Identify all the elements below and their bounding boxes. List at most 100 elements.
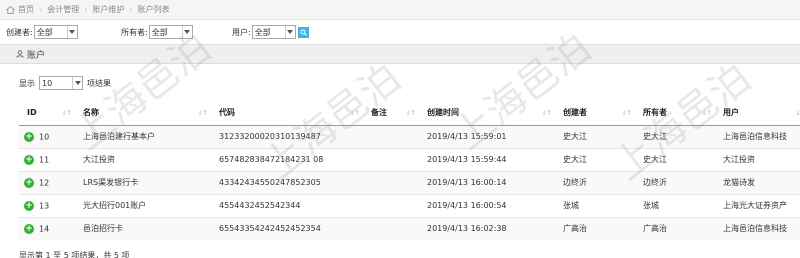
code-cell: 31233200020310139487	[211, 124, 363, 148]
page-length-control: 显示 10 项结果	[19, 76, 111, 90]
created-time-cell: 2019/4/13 16:00:14	[419, 170, 555, 194]
creator-cell: 史大江	[555, 147, 635, 171]
owner-filter-label: 所有者:	[121, 27, 148, 37]
panel-title: 账户	[27, 50, 46, 61]
breadcrumb-item-accounting[interactable]: 会计管理	[47, 4, 79, 15]
sort-icon: ↓↑	[541, 109, 552, 117]
code-cell: 657482838472184231 08	[211, 147, 363, 171]
panel-header: 账户	[0, 44, 800, 64]
page-length-select[interactable]: 10	[39, 76, 83, 90]
creator-cell: 广高治	[555, 216, 635, 240]
sort-icon: ↓↑	[701, 109, 712, 117]
owner-select[interactable]: 全部	[148, 25, 193, 39]
owner-cell: 张城	[635, 193, 715, 217]
filter-bar: 创建者: 全部 所有者: 全部 用户: 全部	[0, 22, 800, 42]
code-cell: 4554432452542344	[211, 193, 363, 217]
column-header-created-time[interactable]: 创建时间 ↓↑	[419, 101, 555, 126]
page-length-value: 10	[42, 78, 53, 88]
column-header-id[interactable]: ID ↓↑	[19, 101, 75, 126]
user-cell: 上海光大证券资产	[715, 193, 800, 217]
creator-select[interactable]: 全部	[33, 25, 78, 39]
creator-cell: 张城	[555, 193, 635, 217]
creator-filter: 创建者: 全部	[6, 25, 78, 39]
user-select[interactable]: 全部	[251, 25, 296, 39]
table-row[interactable]: +13 光大招行001账户 4554432452542344 2019/4/13…	[19, 193, 800, 217]
breadcrumb-separator: ›	[129, 5, 133, 14]
name-cell: 大江投资	[75, 147, 211, 171]
user-select-value: 全部	[254, 27, 271, 37]
table-row[interactable]: +11 大江投资 657482838472184231 08 2019/4/13…	[19, 147, 800, 171]
table-row[interactable]: +10 上海邑泊建行基本户 31233200020310139487 2019/…	[19, 124, 800, 148]
creator-cell: 边终沂	[555, 170, 635, 194]
breadcrumb-item-account-maintenance[interactable]: 账户维护	[92, 4, 124, 15]
user-cell: 上海邑泊信息科技	[715, 124, 800, 148]
user-cell: 上海邑泊信息科技	[715, 216, 800, 240]
remark-cell	[363, 170, 419, 194]
user-cell: 龙猫诗发	[715, 170, 800, 194]
chevron-down-icon	[181, 26, 192, 38]
column-header-remark[interactable]: 备注 ↓↑	[363, 101, 419, 126]
remark-cell	[363, 147, 419, 171]
created-time-cell: 2019/4/13 16:02:38	[419, 216, 555, 240]
breadcrumb-item-account-list: 账户列表	[137, 5, 170, 14]
table-info: 显示第 1 至 5 项结果，共 5 项	[19, 251, 130, 258]
remark-cell	[363, 216, 419, 240]
page-length-prefix: 显示	[19, 78, 35, 88]
sort-icon: ↓↑	[795, 109, 800, 117]
created-time-cell: 2019/4/13 15:59:01	[419, 124, 555, 148]
owner-cell: 边终沂	[635, 170, 715, 194]
owner-cell: 广高治	[635, 216, 715, 240]
code-cell: 65543354242452452354	[211, 216, 363, 240]
expand-row-icon[interactable]: +	[24, 131, 34, 142]
id-cell: +12	[19, 170, 75, 194]
search-icon	[300, 29, 307, 36]
expand-row-icon[interactable]: +	[24, 177, 34, 188]
owner-cell: 史大江	[635, 147, 715, 171]
chevron-down-icon	[284, 26, 295, 38]
expand-row-icon[interactable]: +	[24, 200, 34, 211]
id-cell: +10	[19, 124, 75, 148]
creator-cell: 史大江	[555, 124, 635, 148]
created-time-cell: 2019/4/13 16:00:54	[419, 193, 555, 217]
name-cell: 邑泊招行卡	[75, 216, 211, 240]
user-filter-label: 用户:	[232, 27, 251, 37]
column-header-user[interactable]: 用户↓↑	[715, 101, 800, 126]
page-length-suffix: 项结果	[87, 78, 111, 88]
name-cell: LRS渠发银行卡	[75, 170, 211, 194]
name-cell: 光大招行001账户	[75, 193, 211, 217]
breadcrumb-separator: ›	[39, 5, 43, 14]
chevron-down-icon	[72, 77, 82, 89]
owner-select-value: 全部	[151, 27, 168, 37]
column-header-creator[interactable]: 创建者 ↓↑	[555, 101, 635, 126]
id-cell: +13	[19, 193, 75, 217]
accounts-table: ID ↓↑ 名称 ↓↑ 代码 ↓↑ 备注 ↓↑ 创建时间 ↓↑ 创建者 ↓↑ 所有者 ↓↑ 用…	[19, 101, 800, 240]
sort-icon: ↓↑	[61, 109, 72, 117]
column-header-owner[interactable]: 所有者 ↓↑	[635, 101, 715, 126]
column-header-name[interactable]: 名称 ↓↑	[75, 101, 211, 126]
breadcrumb: 首页 › 会计管理 › 账户维护 › 账户列表	[0, 0, 800, 20]
creator-select-value: 全部	[36, 27, 53, 37]
id-cell: +11	[19, 147, 75, 171]
owner-filter: 所有者: 全部	[121, 25, 193, 39]
created-time-cell: 2019/4/13 15:59:44	[419, 147, 555, 171]
search-button[interactable]	[297, 26, 309, 38]
id-cell: +14	[19, 216, 75, 240]
user-cell: 大江投资	[715, 147, 800, 171]
sort-icon: ↓↑	[197, 109, 208, 117]
table-header-row: ID ↓↑ 名称 ↓↑ 代码 ↓↑ 备注 ↓↑ 创建时间 ↓↑ 创建者 ↓↑ 所有者 ↓↑ 用…	[19, 101, 800, 126]
user-filter: 用户: 全部	[232, 25, 309, 39]
column-header-code[interactable]: 代码 ↓↑	[211, 101, 363, 126]
expand-row-icon[interactable]: +	[24, 223, 34, 234]
sort-icon: ↓↑	[405, 109, 416, 117]
remark-cell	[363, 124, 419, 148]
home-icon[interactable]	[6, 5, 15, 14]
sort-icon: ↓↑	[621, 109, 632, 117]
breadcrumb-separator: ›	[84, 5, 88, 14]
table-row[interactable]: +12 LRS渠发银行卡 43342434550247852305 2019/4…	[19, 170, 800, 194]
table-row[interactable]: +14 邑泊招行卡 65543354242452452354 2019/4/13…	[19, 216, 800, 240]
code-cell: 43342434550247852305	[211, 170, 363, 194]
breadcrumb-item-home[interactable]: 首页	[18, 4, 34, 15]
expand-row-icon[interactable]: +	[24, 154, 34, 165]
user-icon	[16, 50, 24, 58]
chevron-down-icon	[66, 26, 77, 38]
